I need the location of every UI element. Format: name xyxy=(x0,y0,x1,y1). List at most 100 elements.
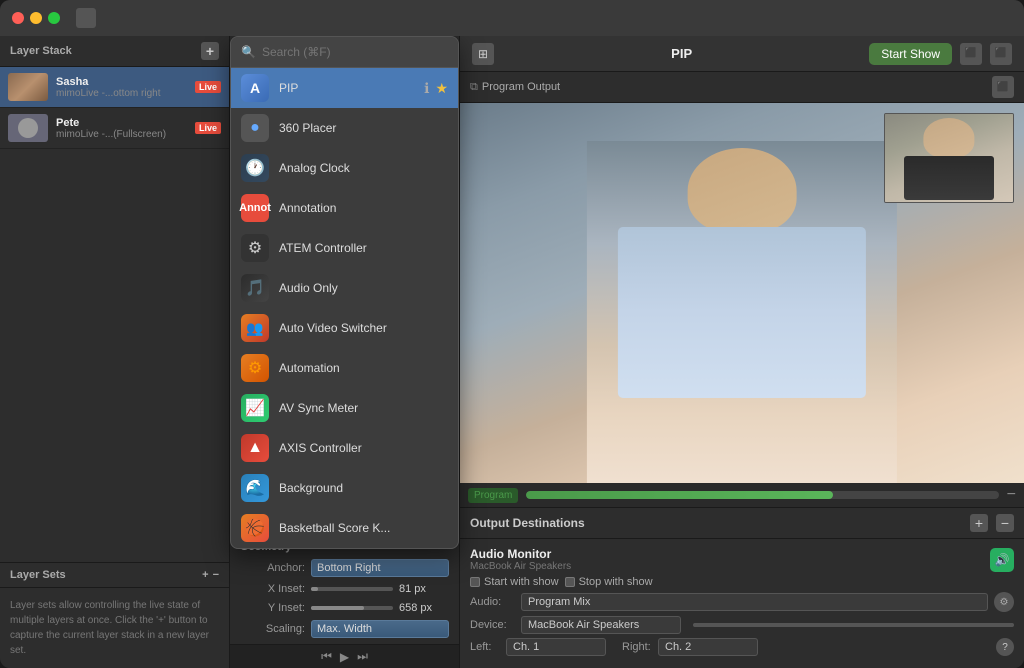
stop-with-show-checkbox[interactable]: Stop with show xyxy=(565,576,653,588)
dropdown-label-clock: Analog Clock xyxy=(279,161,448,175)
layer-name-pete: Pete xyxy=(56,117,187,129)
search-input[interactable] xyxy=(262,45,448,59)
fullscreen-icon[interactable]: ⬛ xyxy=(992,76,1014,98)
dropdown-item-audio[interactable]: 🎵 Audio Only xyxy=(231,268,458,308)
dropdown-item-axis[interactable]: ▲ AXIS Controller xyxy=(231,428,458,468)
layer-sets-description: Layer sets allow controlling the live st… xyxy=(0,588,229,668)
pip-icon: A xyxy=(241,74,269,102)
anchor-label: Anchor: xyxy=(240,562,305,574)
add-destination-button[interactable]: + xyxy=(970,514,988,532)
layer-info-pete: Pete mimoLive -...(Fullscreen) xyxy=(56,117,187,140)
right-channel-select[interactable]: Ch. 2 xyxy=(658,638,758,656)
skip-forward-icon[interactable]: ⏭ xyxy=(357,649,368,664)
device-select[interactable]: MacBook Air Speakers xyxy=(521,616,681,634)
dropdown-label-automation: Automation xyxy=(279,361,448,375)
help-button[interactable]: ? xyxy=(996,638,1014,656)
layer-name-sasha: Sasha xyxy=(56,76,187,88)
top-right-icons: ⊞ xyxy=(472,43,494,65)
left-label: Left: xyxy=(470,641,500,653)
anchor-row: Anchor: Bottom Right xyxy=(240,559,449,577)
remove-destination-button[interactable]: − xyxy=(996,514,1014,532)
program-output-header: ⧉ Program Output ⬛ xyxy=(460,72,1024,103)
export-icon[interactable]: ⬛ xyxy=(960,43,982,65)
dropdown-item-background[interactable]: 🌊 Background xyxy=(231,468,458,508)
layer-thumb-sasha xyxy=(8,73,48,101)
dropdown-label-avsync: AV Sync Meter xyxy=(279,401,448,415)
anchor-select[interactable]: Bottom Right xyxy=(311,559,449,577)
search-bar: 🔍 xyxy=(231,37,458,68)
dropdown-item-pip[interactable]: A PIP ℹ ★ xyxy=(231,68,458,108)
dropdown-item-annotation[interactable]: Annot Annotation xyxy=(231,188,458,228)
layer-item-sasha[interactable]: Sasha mimoLive -...ottom right Live xyxy=(0,67,229,108)
layer-sets-label: Layer Sets xyxy=(10,569,66,581)
dropdown-item-automation[interactable]: ⚙ Automation xyxy=(231,348,458,388)
right-top-bar: ⊞ PIP Start Show ⬛ ⬛ xyxy=(460,36,1024,72)
search-icon: 🔍 xyxy=(241,45,256,59)
fullscreen-button[interactable] xyxy=(48,12,60,24)
speaker-toggle-button[interactable]: 🔊 xyxy=(990,548,1014,572)
avsync-icon: 📈 xyxy=(241,394,269,422)
start-show-button[interactable]: Start Show xyxy=(869,43,952,65)
dropdown-item-clock[interactable]: 🕐 Analog Clock xyxy=(231,148,458,188)
audio-source-select[interactable]: Program Mix xyxy=(521,593,988,611)
output-destinations: Output Destinations + − Audio Monitor Ma… xyxy=(460,507,1024,668)
program-output-label: Program Output xyxy=(482,81,992,93)
add-layer-button[interactable]: + xyxy=(201,42,219,60)
scaling-select[interactable]: Max. Width xyxy=(311,620,449,638)
layer-picker-dropdown: 🔍 A PIP ℹ ★ ● 360 Placer 🕐 xyxy=(230,36,459,549)
start-with-show-check[interactable] xyxy=(470,577,480,587)
y-inset-value: 658 px xyxy=(399,602,449,614)
progress-program-label: Program xyxy=(468,488,518,503)
show-options-row: Start with show Stop with show xyxy=(470,576,1014,588)
audio-settings-icon[interactable]: ⚙ xyxy=(994,592,1014,612)
dropdown-item-avsync[interactable]: 📈 AV Sync Meter xyxy=(231,388,458,428)
progress-track[interactable] xyxy=(526,491,998,499)
audio-monitor-section: Audio Monitor MacBook Air Speakers 🔊 Sta… xyxy=(460,539,1024,668)
output-destinations-title: Output Destinations xyxy=(470,516,585,530)
x-inset-slider[interactable] xyxy=(311,582,393,596)
grid-icon[interactable]: ⊞ xyxy=(472,43,494,65)
dropdown-label-pip: PIP xyxy=(279,81,414,95)
dropdown-label-basketball: Basketball Score K... xyxy=(279,521,448,535)
dropdown-label-autovideo: Auto Video Switcher xyxy=(279,321,448,335)
dropdown-item-atem[interactable]: ⚙ ATEM Controller xyxy=(231,228,458,268)
start-with-show-checkbox[interactable]: Start with show xyxy=(470,576,559,588)
info-icon[interactable]: ℹ xyxy=(424,80,429,97)
play-icon[interactable]: ▶ xyxy=(340,650,349,664)
y-inset-row: Y Inset: 658 px xyxy=(240,601,449,615)
start-with-show-label: Start with show xyxy=(484,576,559,588)
layer-item-pete[interactable]: Pete mimoLive -...(Fullscreen) Live xyxy=(0,108,229,149)
close-button[interactable] xyxy=(12,12,24,24)
dropdown-label-360: 360 Placer xyxy=(279,121,448,135)
minimize-button[interactable] xyxy=(30,12,42,24)
center-panel: 🔍 A PIP ℹ ★ ● 360 Placer 🕐 xyxy=(230,36,460,668)
360-icon: ● xyxy=(241,114,269,142)
remove-layer-set-button[interactable]: − xyxy=(213,569,219,581)
settings-icon[interactable]: ⬛ xyxy=(990,43,1012,65)
main-person-figure xyxy=(587,141,897,483)
stop-with-show-label: Stop with show xyxy=(579,576,653,588)
audio-monitor-title-group: Audio Monitor MacBook Air Speakers xyxy=(470,547,571,572)
dropdown-item-360[interactable]: ● 360 Placer xyxy=(231,108,458,148)
dropdown-item-pip-actions: ℹ ★ xyxy=(424,80,448,97)
video-area xyxy=(460,103,1024,483)
audio-monitor-header: Audio Monitor MacBook Air Speakers 🔊 xyxy=(470,547,1014,572)
left-bottom: Layer Sets + − Layer sets allow controll… xyxy=(0,149,229,668)
dropdown-item-basketball[interactable]: 🏀 Basketball Score K... xyxy=(231,508,458,548)
left-channel-select[interactable]: Ch. 1 xyxy=(506,638,606,656)
layer-sub-sasha: mimoLive -...ottom right xyxy=(56,88,187,99)
y-inset-slider[interactable] xyxy=(311,601,393,615)
skip-back-icon[interactable]: ⏮ xyxy=(321,649,332,664)
live-badge-pete: Live xyxy=(195,122,221,134)
autovideo-icon: 👥 xyxy=(241,314,269,342)
background-icon: 🌊 xyxy=(241,474,269,502)
add-layer-set-button[interactable]: + xyxy=(202,569,208,581)
volume-decrease-button[interactable]: − xyxy=(1007,486,1016,504)
device-volume-slider[interactable] xyxy=(693,623,1014,627)
audio-monitor-subtitle: MacBook Air Speakers xyxy=(470,561,571,572)
audio-icon: 🎵 xyxy=(241,274,269,302)
star-icon[interactable]: ★ xyxy=(435,80,448,97)
scaling-label: Scaling: xyxy=(240,623,305,635)
stop-with-show-check[interactable] xyxy=(565,577,575,587)
dropdown-item-autovideo[interactable]: 👥 Auto Video Switcher xyxy=(231,308,458,348)
